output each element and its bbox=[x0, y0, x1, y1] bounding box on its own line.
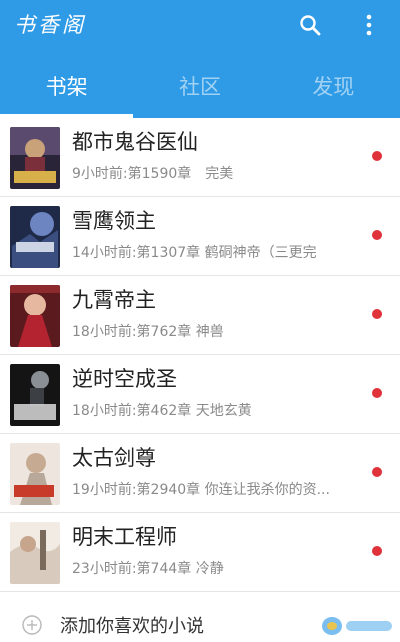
plus-circle-icon bbox=[22, 615, 42, 635]
unread-dot bbox=[372, 467, 382, 477]
unread-dot bbox=[372, 546, 382, 556]
tab-bookshelf[interactable]: 书架 bbox=[0, 60, 133, 118]
book-update: 23小时前:第744章 冷静 bbox=[72, 561, 224, 577]
bookshelf-list: 都市鬼谷医仙 9小时前:第1590章 完美 雪鹰领主 14小时前:第1307章 … bbox=[0, 118, 400, 592]
app-title: 书香阁 bbox=[14, 13, 86, 37]
unread-dot bbox=[372, 309, 382, 319]
book-cover bbox=[10, 206, 60, 268]
list-item[interactable]: 都市鬼谷医仙 9小时前:第1590章 完美 bbox=[0, 118, 400, 197]
book-title: 九霄帝主 bbox=[72, 288, 156, 312]
tab-bar: 书架 社区 发现 bbox=[0, 60, 400, 118]
book-update: 19小时前:第2940章 你连让我杀你的资... bbox=[72, 482, 330, 498]
list-item[interactable]: 明末工程师 23小时前:第744章 冷静 bbox=[0, 513, 400, 592]
book-update: 14小时前:第1307章 鹤硐神帝（三更完 bbox=[72, 245, 317, 261]
book-cover bbox=[10, 522, 60, 584]
app-bar: 书香阁 书架 社区 发现 bbox=[0, 0, 400, 118]
site-watermark-logo bbox=[322, 617, 392, 635]
book-cover bbox=[10, 364, 60, 426]
unread-dot bbox=[372, 230, 382, 240]
book-cover bbox=[10, 127, 60, 189]
book-cover bbox=[10, 443, 60, 505]
list-item[interactable]: 逆时空成圣 18小时前:第462章 天地玄黄 bbox=[0, 355, 400, 434]
book-title: 太古剑尊 bbox=[72, 446, 156, 470]
book-update: 9小时前:第1590章 完美 bbox=[72, 166, 234, 182]
unread-dot bbox=[372, 151, 382, 161]
book-title: 都市鬼谷医仙 bbox=[72, 130, 198, 154]
book-update: 18小时前:第462章 天地玄黄 bbox=[72, 403, 252, 419]
tab-community[interactable]: 社区 bbox=[133, 60, 266, 118]
search-icon[interactable] bbox=[295, 10, 325, 40]
book-cover bbox=[10, 285, 60, 347]
book-title: 逆时空成圣 bbox=[72, 367, 177, 391]
add-novel-label: 添加你喜欢的小说 bbox=[60, 616, 204, 637]
list-item[interactable]: 九霄帝主 18小时前:第762章 神兽 bbox=[0, 276, 400, 355]
book-update: 18小时前:第762章 神兽 bbox=[72, 324, 224, 340]
tab-discover[interactable]: 发现 bbox=[267, 60, 400, 118]
book-title: 明末工程师 bbox=[72, 525, 177, 549]
book-title: 雪鹰领主 bbox=[72, 209, 156, 233]
unread-dot bbox=[372, 388, 382, 398]
list-item[interactable]: 雪鹰领主 14小时前:第1307章 鹤硐神帝（三更完 bbox=[0, 197, 400, 276]
more-vert-icon[interactable] bbox=[354, 10, 384, 40]
list-item[interactable]: 太古剑尊 19小时前:第2940章 你连让我杀你的资... bbox=[0, 434, 400, 513]
